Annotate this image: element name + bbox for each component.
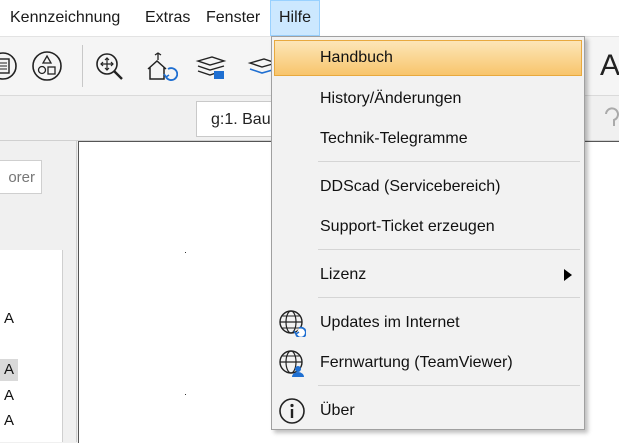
menu-item-lizenz[interactable]: Lizenz: [274, 257, 582, 293]
menu-separator: [318, 297, 580, 298]
menu-item-label: History/Änderungen: [320, 90, 462, 107]
tree-item[interactable]: A: [0, 308, 18, 330]
menu-extras[interactable]: Extras: [145, 0, 190, 36]
menu-separator: [318, 385, 580, 386]
submenu-arrow-icon: [564, 269, 572, 281]
menu-separator: [318, 249, 580, 250]
menu-kennzeichnung[interactable]: Kennzeichnung: [10, 0, 120, 36]
menu-item-label: Über: [320, 402, 355, 419]
menu-item-label: Lizenz: [320, 266, 367, 283]
menu-hilfe[interactable]: Hilfe: [270, 0, 321, 36]
menu-item-handbuch[interactable]: Handbuch: [274, 40, 582, 76]
help-menu-dropdown: Handbuch History/Änderungen Technik-Tele…: [271, 36, 585, 430]
menu-item-updates[interactable]: Updates im Internet: [274, 305, 582, 341]
menu-item-ueber[interactable]: Über: [274, 393, 582, 429]
globe-refresh-icon: [279, 310, 306, 337]
explorer-tab[interactable]: orer: [0, 160, 42, 194]
menu-item-label: Updates im Internet: [320, 314, 460, 331]
menu-item-fernwartung[interactable]: Fernwartung (TeamViewer): [274, 345, 582, 381]
tree-item-selected[interactable]: A: [0, 359, 18, 381]
house-refresh-icon[interactable]: [144, 49, 178, 83]
tree-item[interactable]: A: [0, 385, 18, 407]
grid-dot: [185, 252, 186, 253]
menu-item-ddscad-service[interactable]: DDScad (Servicebereich): [274, 169, 582, 205]
shapes-icon[interactable]: [30, 49, 64, 83]
menu-bar: Kennzeichnung Extras Fenster Hilfe: [0, 0, 619, 37]
zoom-extents-icon[interactable]: [92, 49, 126, 83]
menu-fenster[interactable]: Fenster: [206, 0, 260, 36]
globe-user-icon: [279, 350, 304, 377]
menu-item-label: Support-Ticket erzeugen: [320, 218, 495, 235]
menu-item-technik-telegramme[interactable]: Technik-Telegramme: [274, 121, 582, 157]
menu-item-label: Handbuch: [320, 49, 393, 66]
text-tool-icon[interactable]: A: [600, 49, 619, 83]
menu-item-label: Technik-Telegramme: [320, 130, 468, 147]
info-icon: [279, 398, 305, 424]
toolbar-separator: [82, 45, 83, 87]
list-icon[interactable]: [0, 49, 20, 83]
grid-dot: [185, 394, 186, 395]
menu-item-label: DDScad (Servicebereich): [320, 178, 501, 195]
tree-item[interactable]: A: [0, 410, 18, 432]
tree-view: A A A A: [0, 250, 63, 442]
menu-item-label: Fernwartung (TeamViewer): [320, 354, 513, 371]
menu-item-support-ticket[interactable]: Support-Ticket erzeugen: [274, 209, 582, 245]
layers-icon[interactable]: [194, 49, 228, 83]
help-cursor-icon: [605, 107, 619, 126]
menu-item-history[interactable]: History/Änderungen: [274, 81, 582, 117]
menu-separator: [318, 161, 580, 162]
